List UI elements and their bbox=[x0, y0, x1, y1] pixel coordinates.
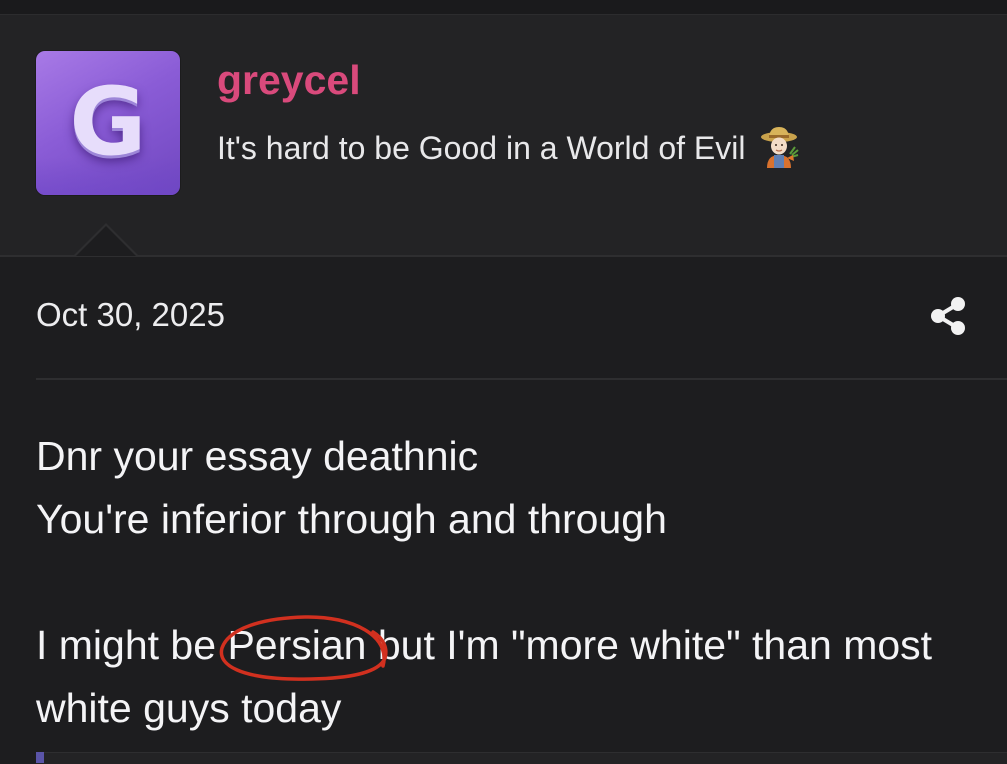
header-pointer-inner bbox=[76, 226, 136, 256]
avatar-letter: G bbox=[69, 68, 147, 177]
farmer-emoji-icon bbox=[761, 126, 800, 168]
post-divider bbox=[36, 378, 1007, 380]
post-line-1: Dnr your essay deathnic bbox=[36, 433, 479, 479]
post-line-2: You're inferior through and through bbox=[36, 496, 667, 542]
share-icon[interactable] bbox=[928, 295, 968, 337]
user-title: It's hard to be Good in a World of Evil bbox=[217, 126, 801, 168]
user-title-text: It's hard to be Good in a World of Evil bbox=[217, 130, 746, 166]
quote-accent-bar bbox=[36, 752, 44, 763]
username-link[interactable]: greycel bbox=[217, 60, 361, 101]
post-line-3-after: but I'm "more white" than most bbox=[366, 622, 933, 668]
post-line-3-before: I might be bbox=[36, 622, 228, 668]
circled-word-text: Persian bbox=[227, 622, 367, 668]
user-header: G greycel It's hard to be Good in a Worl… bbox=[0, 15, 1007, 257]
post-body: Dnr your essay deathnic You're inferior … bbox=[36, 425, 1007, 740]
post-blank-line bbox=[36, 551, 1007, 614]
quote-block-edge bbox=[36, 752, 1007, 764]
post-line-3: I might be Persian but I'm "more white" … bbox=[36, 614, 1007, 681]
user-avatar[interactable]: G bbox=[36, 51, 180, 195]
post-date[interactable]: Oct 30, 2025 bbox=[36, 298, 225, 331]
circled-word: Persian bbox=[220, 614, 388, 681]
post-line-4: white guys today bbox=[36, 685, 342, 731]
top-strip bbox=[0, 0, 1007, 15]
